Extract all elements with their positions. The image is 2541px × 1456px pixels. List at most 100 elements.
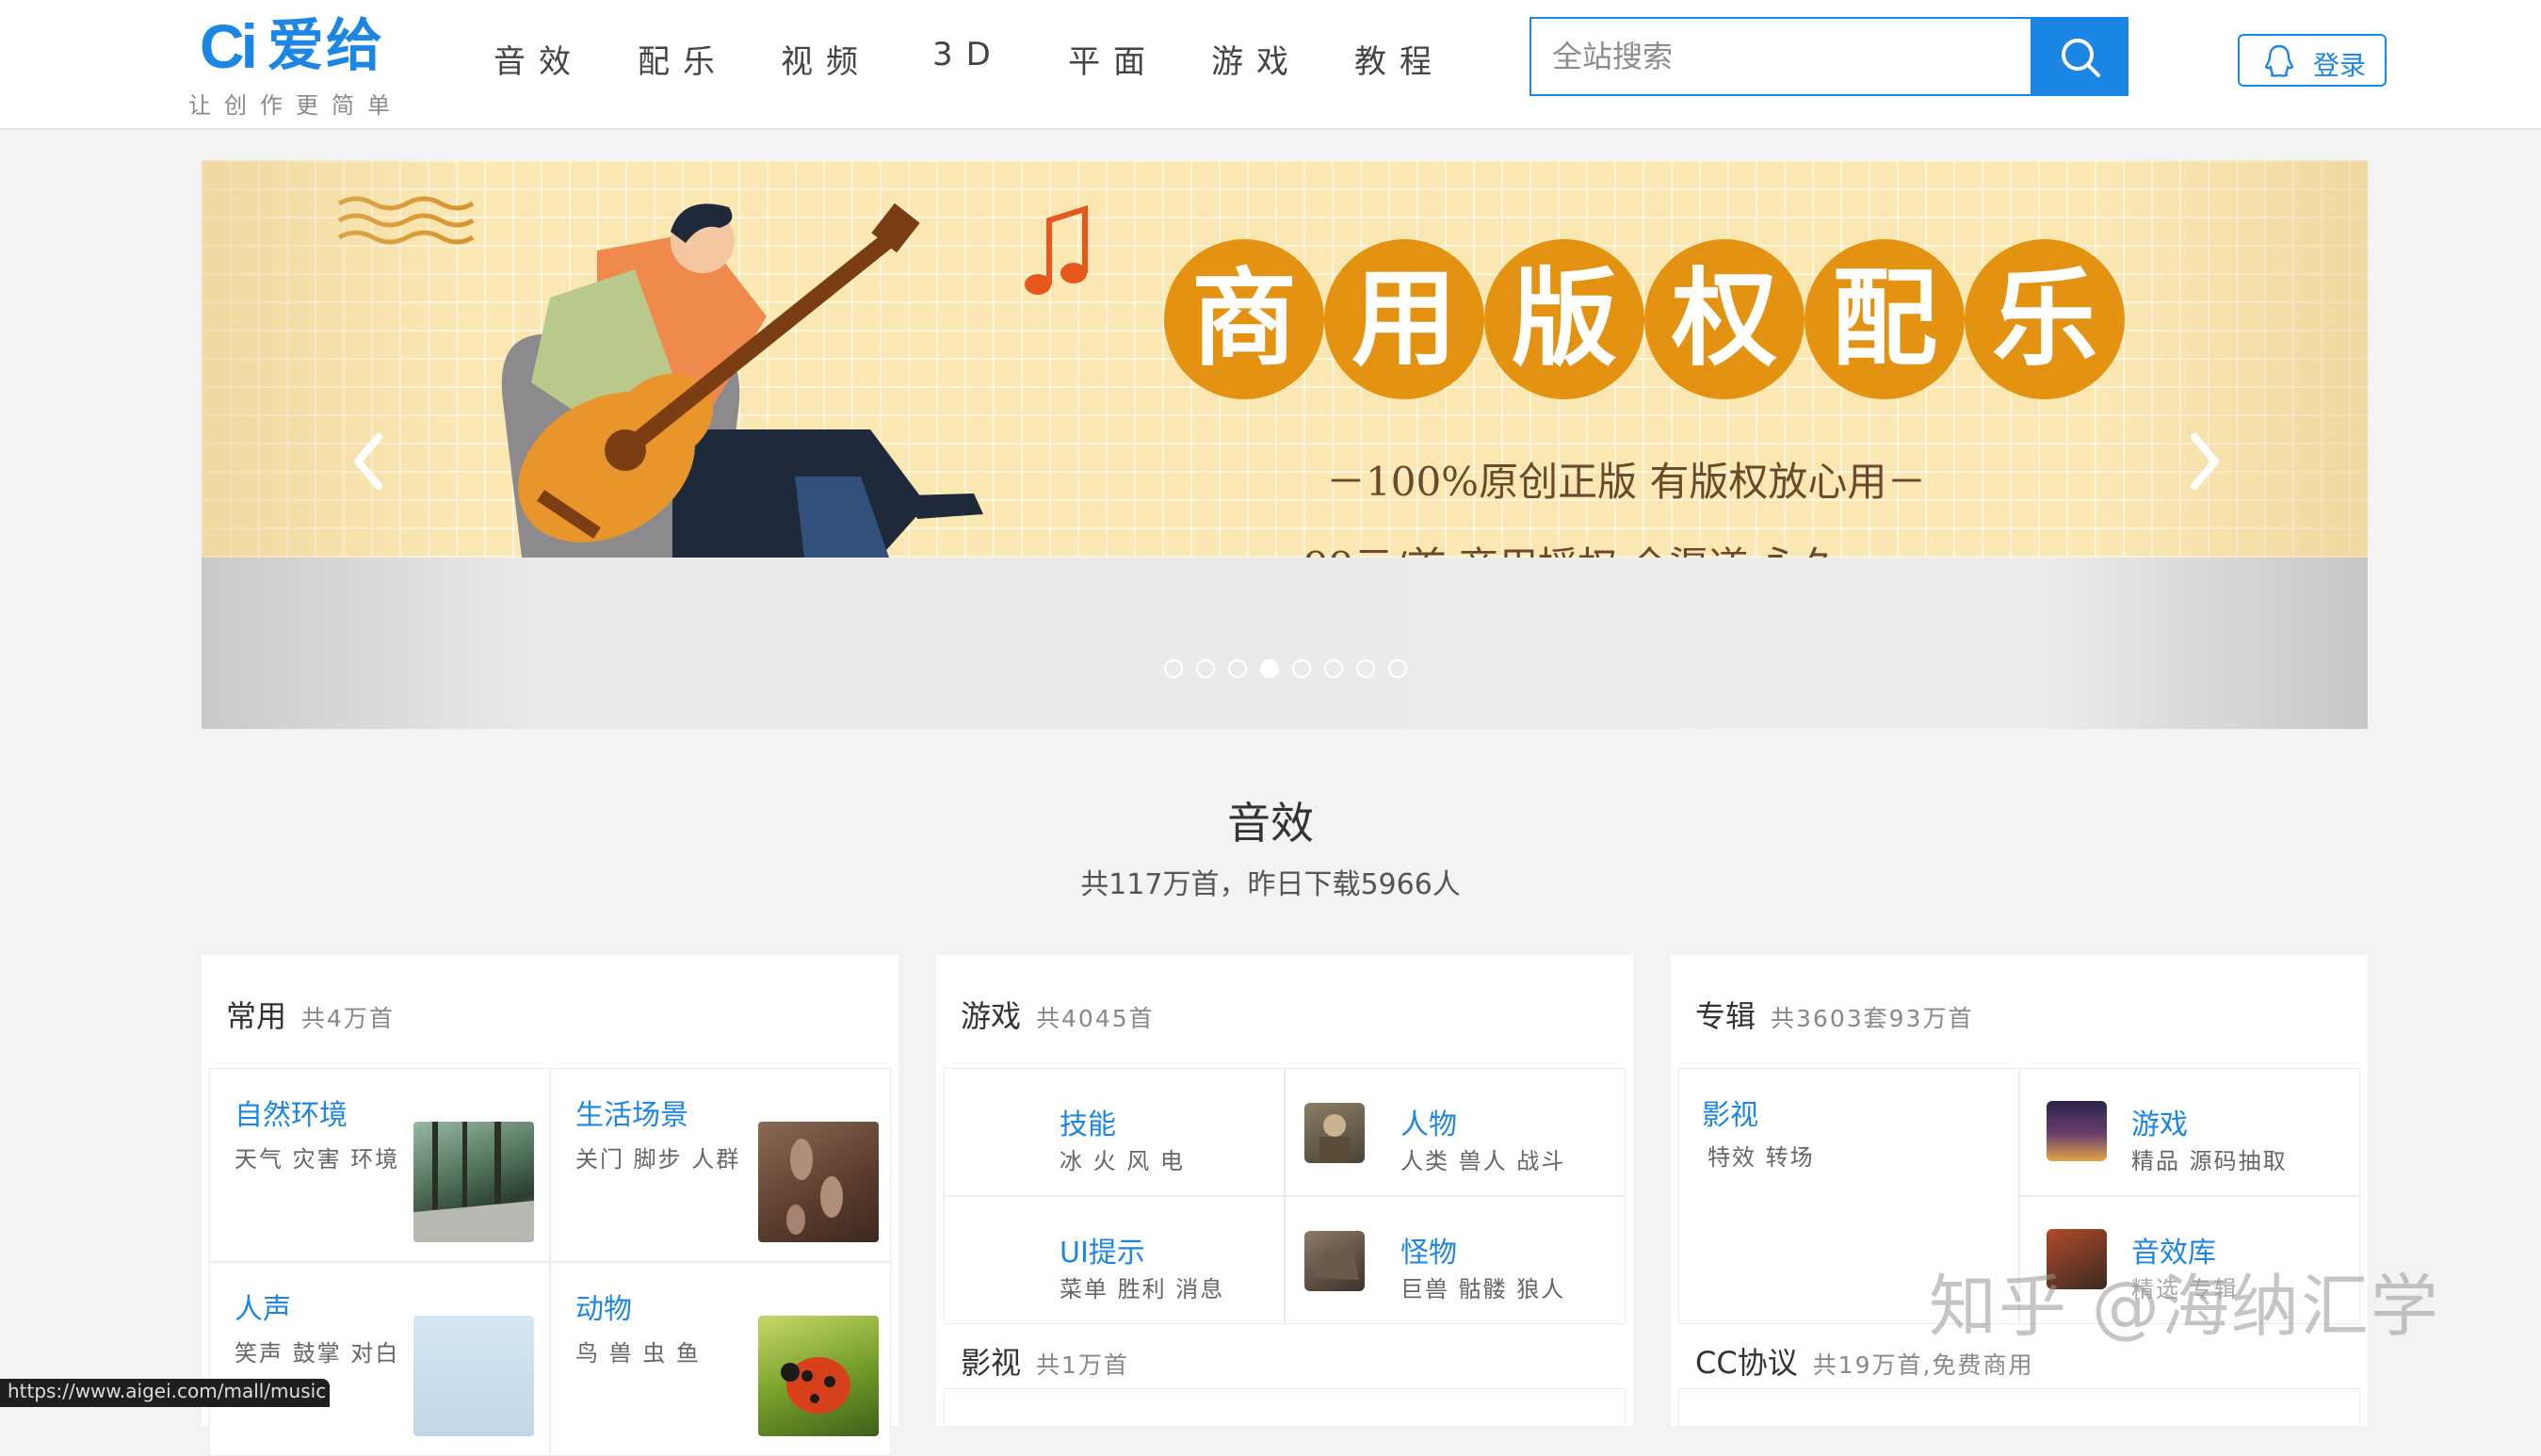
game-album-thumbnail	[2047, 1101, 2107, 1161]
category-name: 生活场景	[575, 1099, 688, 1132]
search-icon	[2062, 39, 2100, 77]
card-title[interactable]: 常用	[226, 998, 286, 1034]
card-common: 常用 共4万首 自然环境 天气 灾害 环境 生活场景 关门 脚步 人群 人声 笑声…	[202, 955, 898, 1456]
category-tags: 鸟 兽 虫 鱼	[575, 1340, 701, 1367]
carousel-dot[interactable]	[1292, 659, 1311, 678]
sub-category-row[interactable]	[944, 1388, 1626, 1426]
nav-item-sound-effects[interactable]: 音效	[494, 36, 584, 82]
category-name: 动物	[575, 1293, 632, 1326]
forest-thumbnail	[413, 1122, 534, 1242]
banner-lower-area	[202, 558, 2368, 729]
chevron-left-icon	[354, 433, 382, 490]
category-name: 自然环境	[235, 1099, 348, 1132]
sub-category-count: 共1万首	[1036, 1351, 1129, 1379]
card-title[interactable]: 游戏	[961, 998, 1021, 1034]
category-item-ui-sound[interactable]: UI提示 菜单 胜利 消息	[944, 1196, 1285, 1324]
category-name: UI提示	[1060, 1237, 1145, 1270]
album-tags: 精品 源码抽取	[2131, 1148, 2288, 1174]
category-tags: 菜单 胜利 消息	[1060, 1276, 1225, 1302]
top-header: Ci 爱给 让创作更简单 音效 配乐 视频 3D 平面 游戏 教程 登录	[0, 0, 2541, 130]
carousel-dot[interactable]	[1196, 659, 1215, 678]
sub-category-title[interactable]: CC协议	[1695, 1345, 1798, 1381]
nav-item-tutorial[interactable]: 教程	[1354, 36, 1445, 82]
nav-item-music[interactable]: 配乐	[638, 36, 728, 82]
category-name: 技能	[1060, 1108, 1116, 1141]
section-title: 音效	[1227, 798, 1314, 849]
album-name: 影视	[1702, 1099, 1758, 1132]
card-count: 共4045首	[1036, 1005, 1155, 1032]
card-header: 常用 共4万首	[226, 993, 395, 1036]
banner-subtitle-clipped: 99元/首 商用授权 全渠道 永久	[1303, 535, 1840, 558]
category-tags: 天气 灾害 环境	[235, 1146, 400, 1173]
album-tags: 特效 转场	[1707, 1144, 1815, 1171]
card-header: 游戏 共4045首	[961, 993, 1155, 1036]
site-tagline: 让创作更简单	[188, 92, 403, 119]
banner-title-char: 配	[1805, 239, 1965, 399]
hero-carousel[interactable]: 商 用 版 权 配 乐 －100%原创正版 有版权放心用－ 99元/首 商用授权…	[202, 160, 2368, 729]
category-item-skill[interactable]: 技能 冰 火 风 电	[944, 1068, 1285, 1196]
zhihu-watermark: 知乎 @海纳汇学	[1929, 1267, 2440, 1346]
carousel-prev-arrow[interactable]	[341, 424, 397, 499]
sub-category-header: 影视 共1万首	[961, 1339, 1129, 1383]
banner-title-char: 版	[1484, 239, 1644, 399]
carousel-dot[interactable]	[1164, 659, 1183, 678]
category-name: 人物	[1400, 1108, 1457, 1141]
guitarist-illustration	[501, 202, 983, 558]
search-input[interactable]	[1531, 19, 2031, 94]
nav-item-graphic[interactable]: 平面	[1068, 36, 1158, 82]
nav-item-3d[interactable]: 3D	[932, 36, 1004, 73]
card-count: 共4万首	[301, 1005, 395, 1032]
carousel-dot-active[interactable]	[1260, 659, 1279, 678]
qq-icon	[2264, 44, 2294, 77]
category-name: 人声	[235, 1293, 291, 1326]
nav-item-video[interactable]: 视频	[781, 36, 871, 82]
category-item-nature[interactable]: 自然环境 天气 灾害 环境	[209, 1068, 550, 1262]
section-subtitle: 共117万首，昨日下载5966人	[1080, 868, 1461, 901]
nav-item-game[interactable]: 游戏	[1211, 36, 1302, 82]
banner-slide[interactable]: 商 用 版 权 配 乐 －100%原创正版 有版权放心用－ 99元/首 商用授权…	[202, 160, 2368, 558]
category-item-character[interactable]: 人物 人类 兽人 战斗	[1285, 1068, 1626, 1196]
category-item-life[interactable]: 生活场景 关门 脚步 人群	[550, 1068, 891, 1262]
card-header: 专辑 共3603套93万首	[1695, 993, 1973, 1036]
logo-mark: Ci	[200, 11, 258, 81]
status-bar-url: https://www.aigei.com/mall/music	[0, 1379, 330, 1407]
category-item-monster[interactable]: 怪物 巨兽 骷髅 狼人	[1285, 1196, 1626, 1324]
ladybug-thumbnail	[758, 1316, 879, 1436]
carousel-dot[interactable]	[1228, 659, 1247, 678]
footprints-thumbnail	[758, 1122, 879, 1242]
login-button[interactable]: 登录	[2238, 34, 2387, 87]
banner-title-char: 用	[1324, 239, 1484, 399]
carousel-dot[interactable]	[1388, 659, 1407, 678]
category-name: 怪物	[1400, 1237, 1457, 1270]
banner-subtitle: －100%原创正版 有版权放心用－	[1326, 459, 1927, 505]
card-album: 专辑 共3603套93万首 影视 特效 转场 游戏 精品 源码抽取 音效库 精选 …	[1671, 955, 2368, 1426]
category-item-animal[interactable]: 动物 鸟 兽 虫 鱼	[550, 1262, 891, 1456]
wave-decoration	[337, 196, 475, 245]
category-tags: 冰 火 风 电	[1060, 1148, 1185, 1174]
banner-title-char: 权	[1644, 239, 1805, 399]
album-name: 游戏	[2131, 1108, 2188, 1141]
category-tags: 人类 兽人 战斗	[1400, 1148, 1566, 1174]
carousel-next-arrow[interactable]	[2176, 424, 2232, 499]
logo-name: 爱给	[267, 13, 384, 79]
category-item-voice[interactable]: 人声 笑声 鼓掌 对白	[209, 1262, 550, 1456]
monster-thumbnail	[1304, 1231, 1365, 1291]
banner-title-char: 乐	[1965, 239, 2125, 399]
category-tags: 笑声 鼓掌 对白	[235, 1340, 400, 1367]
card-count: 共3603套93万首	[1771, 1005, 1974, 1032]
warrior-thumbnail	[1304, 1103, 1365, 1163]
card-title[interactable]: 专辑	[1695, 998, 1756, 1034]
search-box	[1529, 17, 2032, 96]
chevron-right-icon	[2191, 433, 2219, 490]
carousel-dot[interactable]	[1324, 659, 1343, 678]
sub-category-row[interactable]	[1678, 1388, 2360, 1426]
sub-category-count: 共19万首,免费商用	[1812, 1351, 2034, 1379]
album-item-game[interactable]: 游戏 精品 源码抽取	[2019, 1068, 2360, 1196]
site-logo[interactable]: Ci 爱给	[200, 13, 416, 79]
carousel-dot[interactable]	[1356, 659, 1375, 678]
sub-category-title[interactable]: 影视	[961, 1345, 1021, 1381]
search-button[interactable]	[2032, 17, 2128, 96]
login-label: 登录	[2313, 50, 2367, 81]
voice-thumbnail	[413, 1316, 534, 1436]
music-note-icon	[1025, 204, 1088, 295]
